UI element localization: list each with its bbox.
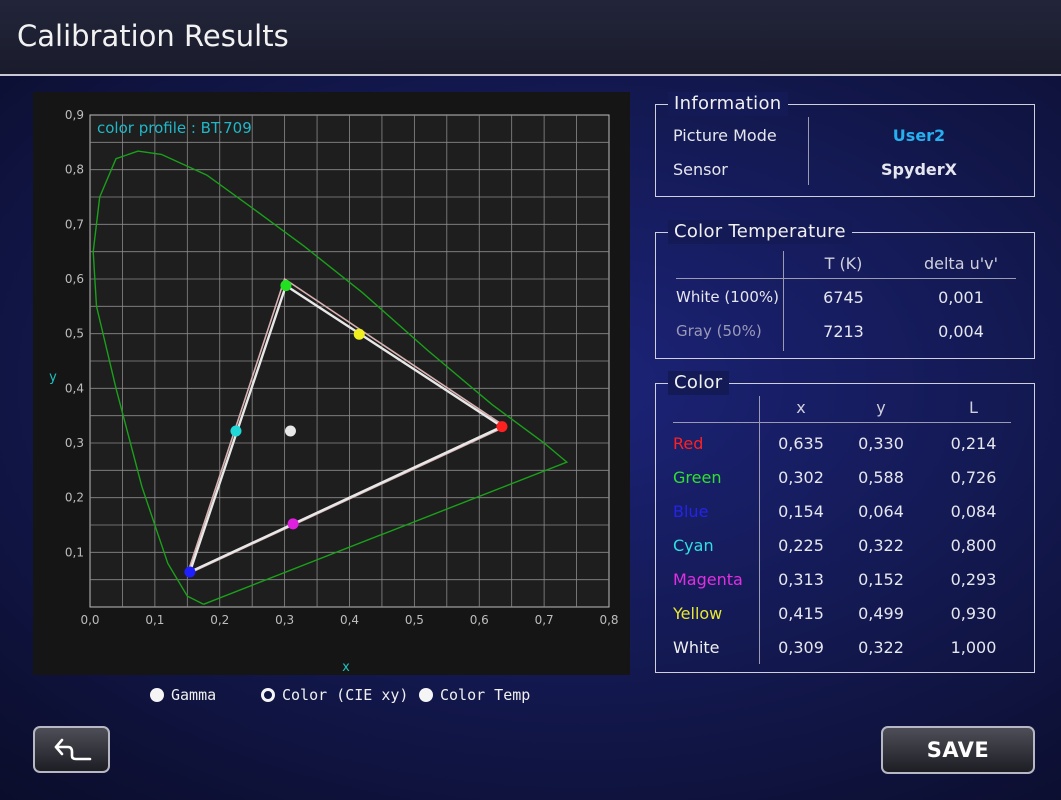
y-tick-label: 0,7 [65, 217, 84, 231]
ct-row-temp: 7213 [823, 322, 864, 341]
ct-row-delta: 0,001 [938, 288, 984, 307]
color-row-x: 0,635 [778, 434, 824, 453]
color-profile-label: color profile : BT.709 [97, 119, 252, 137]
radio-label: Color Temp [440, 686, 531, 704]
color-temperature-group: Color Temperature T (K) delta u'v' White… [655, 220, 1035, 359]
picture-mode-value: User2 [892, 126, 946, 145]
x-axis-label: x [342, 660, 350, 675]
color-row-name: Magenta [673, 570, 743, 589]
x-tick-label: 0,7 [535, 613, 554, 627]
ct-row-label: White (100%) [676, 288, 779, 306]
color-temperature-title: Color Temperature [668, 220, 852, 244]
sensor-label: Sensor [673, 160, 728, 179]
color-row-l: 0,214 [950, 434, 997, 453]
cie-xy-chart: 0,0 0,1 0,2 0,3 0,4 0,5 0,6 0,7 0,8 0,1 0,2 0,3 0,4 0… [49, 108, 618, 675]
header-divider [0, 74, 1061, 76]
info-divider [808, 117, 809, 185]
color-table-title: Color [668, 371, 729, 395]
back-button[interactable] [33, 726, 110, 773]
color-row-x: 0,309 [778, 638, 824, 657]
y-tick-label: 0,8 [65, 163, 84, 177]
ct-row-label: Gray (50%) [676, 322, 762, 340]
x-tick-label: 0,4 [340, 613, 359, 627]
col-header-t: T (K) [824, 254, 863, 273]
y-tick-label: 0,9 [65, 108, 84, 122]
y-tick-label: 0,3 [65, 436, 84, 450]
sensor-value: SpyderX [881, 160, 957, 179]
color-row-l: 0,800 [950, 536, 997, 555]
color-row-x: 0,415 [778, 604, 824, 623]
color-row-y: 0,499 [858, 604, 904, 623]
point-red [496, 421, 508, 433]
save-button[interactable]: SAVE [881, 726, 1035, 774]
color-row-x: 0,225 [778, 536, 824, 555]
color-row-y: 0,588 [858, 468, 904, 487]
color-row-x: 0,302 [778, 468, 824, 487]
return-arrow-icon [54, 738, 91, 760]
y-tick-label: 0,6 [65, 272, 84, 286]
radio-color-cie-xy[interactable]: Color (CIE xy) [261, 686, 408, 704]
x-tick-label: 0,6 [470, 613, 489, 627]
color-row-name: Green [673, 468, 722, 487]
col-header-l: L [969, 398, 978, 417]
page-title: Calibration Results [17, 19, 289, 53]
point-magenta [287, 518, 299, 530]
x-tick-label: 0,3 [275, 613, 294, 627]
information-title: Information [668, 92, 788, 116]
x-tick-label: 0,0 [80, 613, 99, 627]
color-row-l: 0,726 [950, 468, 997, 487]
col-header-y: y [876, 398, 886, 417]
color-row-l: 0,293 [950, 570, 997, 589]
radio-gamma[interactable]: Gamma [150, 686, 216, 704]
radio-dot [419, 688, 433, 702]
y-tick-label: 0,2 [65, 491, 84, 505]
color-row-x: 0,154 [778, 502, 824, 521]
color-row-name: Cyan [673, 536, 714, 555]
color-divider [759, 396, 760, 664]
radio-label: Color (CIE xy) [282, 686, 409, 704]
ct-row-temp: 6745 [823, 288, 864, 307]
y-axis-label: y [49, 370, 57, 385]
ct-divider [783, 251, 784, 351]
col-header-x: x [796, 398, 806, 417]
color-row-name: Yellow [673, 604, 723, 623]
cie-chart-panel: 0,0 0,1 0,2 0,3 0,4 0,5 0,6 0,7 0,8 0,1 0,2 0,3 0,4 0… [33, 92, 630, 675]
color-row-y: 0,152 [858, 570, 904, 589]
color-row-l: 0,084 [950, 502, 997, 521]
color-row-l: 1,000 [950, 638, 997, 657]
x-tick-label: 0,1 [145, 613, 164, 627]
color-row-l: 0,930 [950, 604, 997, 623]
color-row-y: 0,330 [858, 434, 904, 453]
radio-dot-selected [261, 688, 275, 702]
y-tick-label: 0,5 [65, 327, 84, 341]
ct-row-delta: 0,004 [938, 322, 984, 341]
y-tick-label: 0,4 [65, 381, 84, 395]
x-tick-label: 0,2 [210, 613, 229, 627]
color-row-name: Red [673, 434, 704, 453]
point-white [284, 425, 296, 437]
color-row-name: Blue [673, 502, 709, 521]
color-table-group: Color x y L Red 0,635 0,330 0,214 Green … [655, 371, 1035, 673]
point-yellow [353, 328, 365, 340]
color-row-y: 0,064 [858, 502, 904, 521]
radio-label: Gamma [171, 686, 217, 704]
color-row-y: 0,322 [858, 536, 904, 555]
y-tick-label: 0,1 [65, 545, 84, 559]
ct-header-rule [676, 278, 1016, 279]
information-group: Information Picture Mode User2 Sensor Sp… [655, 92, 1035, 197]
point-cyan [230, 425, 242, 437]
picture-mode-label: Picture Mode [673, 126, 777, 145]
point-blue [184, 566, 196, 578]
col-header-delta: delta u'v' [923, 254, 998, 273]
color-row-y: 0,322 [858, 638, 904, 657]
color-row-name: White [673, 638, 720, 657]
point-green [280, 280, 292, 292]
x-tick-label: 0,8 [599, 613, 618, 627]
radio-color-temp[interactable]: Color Temp [419, 686, 530, 704]
color-header-rule [673, 422, 1011, 423]
color-row-x: 0,313 [778, 570, 824, 589]
radio-dot [150, 688, 164, 702]
x-tick-label: 0,5 [405, 613, 424, 627]
